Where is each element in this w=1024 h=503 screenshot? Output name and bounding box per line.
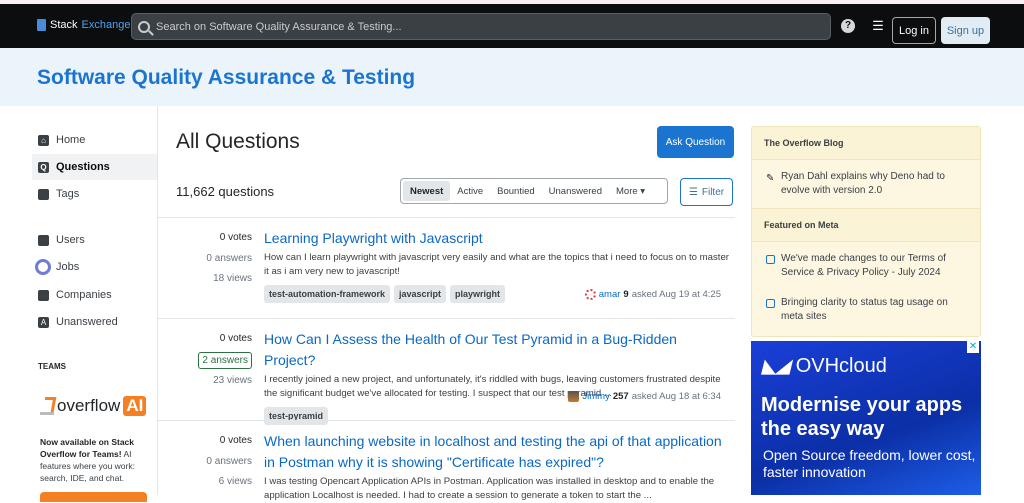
site-title[interactable]: Software Quality Assurance & Testing: [37, 66, 415, 90]
tag[interactable]: javascript: [394, 285, 447, 303]
question-excerpt: I was testing Opencart Application APIs …: [264, 476, 715, 501]
search-input[interactable]: Search on Software Quality Assurance & T…: [131, 13, 831, 40]
page-title: All Questions: [176, 130, 300, 153]
meta-item[interactable]: We've made changes to our Terms of Servi…: [752, 242, 980, 288]
companies-icon: [38, 289, 49, 301]
avatar[interactable]: [584, 289, 596, 300]
tag-icon: [38, 188, 49, 200]
question-stats: 0 votes 0 answers 6 views: [206, 435, 252, 487]
question-stats: 0 votes 2 answers 23 views: [178, 329, 252, 392]
search-icon: [138, 20, 150, 33]
left-sidebar: ⌂ Home Q Questions Tags Users Jobs Compani…: [0, 106, 158, 502]
users-icon: [38, 234, 49, 246]
question-row: 0 votes 2 answers 23 views How Can I Asses…: [158, 318, 735, 425]
question-title-link[interactable]: When launching website in localhost and …: [264, 431, 729, 473]
stackexchange-logo[interactable]: Stack Exchange: [37, 19, 130, 31]
meta-heading: Featured on Meta: [752, 209, 980, 242]
tab-newest[interactable]: Newest: [403, 181, 451, 201]
overflow-ai-logo: overflow AI: [40, 396, 147, 416]
unanswered-icon: A: [38, 316, 49, 328]
teams-description: Now available on Stack Overflow for Team…: [40, 437, 135, 483]
tab-more[interactable]: More ▾: [609, 181, 652, 201]
question-excerpt: How can I learn playwright with javascri…: [264, 252, 729, 277]
teams-cta-button[interactable]: [40, 492, 147, 502]
site-switcher-icon[interactable]: ☰: [871, 19, 885, 33]
tab-bountied[interactable]: Bountied: [490, 181, 542, 201]
overflow-blog-widget: The Overflow Blog ✎ Ryan Dahl explains wh…: [751, 126, 981, 337]
sidebar-item-users[interactable]: Users: [32, 227, 157, 253]
tab-unanswered[interactable]: Unanswered: [542, 181, 609, 201]
signup-button[interactable]: Sign up: [941, 17, 990, 44]
avatar[interactable]: [568, 391, 580, 402]
question-meta: Jimmy 257 asked Aug 18 at 6:34: [568, 391, 721, 402]
jobs-icon: [35, 259, 51, 275]
blog-item[interactable]: ✎ Ryan Dahl explains why Deno had to evol…: [752, 160, 980, 209]
sidebar-item-questions[interactable]: Q Questions: [32, 154, 157, 180]
stackexchange-icon: [37, 19, 46, 31]
chat-icon: [766, 299, 775, 308]
help-icon[interactable]: ?: [841, 19, 855, 33]
ad-subtext: Open Source freedom, lower cost, faster …: [763, 447, 976, 480]
tab-active[interactable]: Active: [450, 181, 490, 201]
tag[interactable]: test-automation-framework: [264, 285, 391, 303]
right-sidebar: The Overflow Blog ✎ Ryan Dahl explains wh…: [751, 126, 981, 337]
site-banner: Software Quality Assurance & Testing: [0, 48, 1024, 106]
question-row: 0 votes 0 answers 6 views When launching w…: [158, 420, 735, 501]
question-meta: amar 9 asked Aug 19 at 4:25: [584, 289, 721, 300]
questions-icon: Q: [38, 161, 49, 173]
filter-icon: ☰: [688, 186, 698, 198]
sidebar-item-home[interactable]: ⌂ Home: [32, 127, 157, 153]
top-bar: Stack Exchange Search on Software Quality…: [0, 4, 1024, 48]
filter-button[interactable]: ☰ Filter: [680, 178, 733, 206]
sidebar-item-unanswered[interactable]: A Unanswered: [32, 309, 157, 335]
sidebar-item-tags[interactable]: Tags: [32, 181, 157, 207]
pencil-icon: ✎: [766, 173, 775, 184]
sidebar-item-jobs[interactable]: Jobs: [32, 254, 157, 280]
ask-question-button[interactable]: Ask Question: [657, 126, 734, 158]
ad-headline: Modernise your apps the easy way: [761, 394, 963, 440]
question-stats: 0 votes 0 answers 18 views: [206, 232, 252, 284]
ovh-logo-icon: ◣◢: [762, 356, 790, 376]
home-icon: ⌂: [38, 134, 49, 146]
stack-overflow-icon: [40, 397, 54, 415]
blog-heading: The Overflow Blog: [752, 127, 980, 160]
chat-icon: [766, 255, 775, 264]
close-ad-icon[interactable]: ✕: [967, 341, 979, 353]
question-row: 0 votes 0 answers 18 views Learning Playwr…: [158, 217, 735, 319]
meta-item[interactable]: Bringing clarity to status tag usage on …: [752, 288, 980, 336]
question-title-link[interactable]: How Can I Assess the Health of Our Test …: [264, 329, 729, 371]
teams-heading: TEAMS: [38, 362, 66, 371]
question-title-link[interactable]: Learning Playwright with Javascript: [264, 228, 729, 249]
login-button[interactable]: Log in: [892, 17, 936, 44]
ad-brand: ◣◢ OVHcloud: [762, 355, 887, 377]
ovhcloud-ad[interactable]: ✕ ◣◢ OVHcloud Modernise your apps the eas…: [751, 341, 981, 495]
tag[interactable]: playwright: [450, 285, 506, 303]
sidebar-item-companies[interactable]: Companies: [32, 282, 157, 308]
question-count: 11,662 questions: [176, 184, 275, 199]
sort-tabs: Newest Active Bountied Unanswered More ▾: [400, 178, 668, 204]
caret-down-icon: ▾: [640, 185, 646, 197]
